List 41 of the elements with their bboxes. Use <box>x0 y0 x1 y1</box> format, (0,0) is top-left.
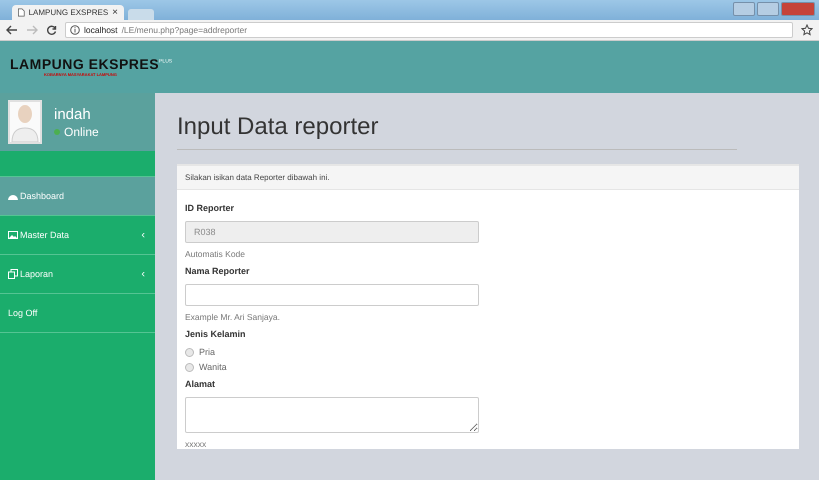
forward-icon[interactable] <box>26 25 38 35</box>
help-text: Example Mr. Ari Sanjaya. <box>185 312 281 322</box>
avatar-silhouette <box>8 100 42 144</box>
url-field[interactable]: localhost /LE/menu.php?page=addreporter <box>65 22 793 38</box>
address-field[interactable] <box>185 397 479 433</box>
close-button[interactable] <box>781 2 815 16</box>
menu-item[interactable]: Laporan ‹ <box>0 254 155 293</box>
radio-label: Wanita <box>199 362 227 372</box>
copy-icon <box>8 269 18 279</box>
back-icon[interactable] <box>6 25 18 35</box>
user-status: Online <box>64 124 99 138</box>
field-label: Jenis Kelamin <box>185 329 247 339</box>
card-header: Silakan isikan data Reporter dibawah ini. <box>177 166 799 190</box>
menu-item[interactable]: Log Off <box>0 293 155 333</box>
caret-icon: ‹ <box>141 229 145 241</box>
reload-icon[interactable] <box>46 24 57 36</box>
radio-button[interactable] <box>185 362 194 372</box>
menu-item[interactable]: Master Data ‹ <box>0 215 155 254</box>
maximize-button[interactable] <box>757 2 779 16</box>
radio-button[interactable] <box>185 348 194 356</box>
radio-label: Pria <box>199 347 216 357</box>
input-field[interactable] <box>185 284 479 306</box>
help-text: Automatis Kode <box>185 249 246 259</box>
image-icon <box>8 231 18 239</box>
help-text: xxxxx <box>185 439 208 449</box>
info-icon <box>70 25 80 35</box>
field-label: Alamat <box>185 379 216 389</box>
user-name: indah <box>54 106 92 122</box>
new-tab-button[interactable] <box>128 9 154 20</box>
menu-item[interactable]: Dashboard <box>0 176 155 215</box>
close-icon[interactable]: × <box>112 8 118 18</box>
page-title: Input Data reporter <box>177 93 737 150</box>
star-icon[interactable] <box>801 24 813 36</box>
minimize-button[interactable] <box>733 2 755 16</box>
tab-title: LAMPUNG EXSPRES <box>28 8 108 17</box>
field-label: Nama Reporter <box>185 266 251 276</box>
dashboard-icon <box>8 192 18 200</box>
field-label: ID Reporter <box>185 203 236 213</box>
page-icon <box>18 7 25 18</box>
caret-icon: ‹ <box>141 268 145 280</box>
browser-tab[interactable]: LAMPUNG EXSPRES × <box>12 5 124 20</box>
